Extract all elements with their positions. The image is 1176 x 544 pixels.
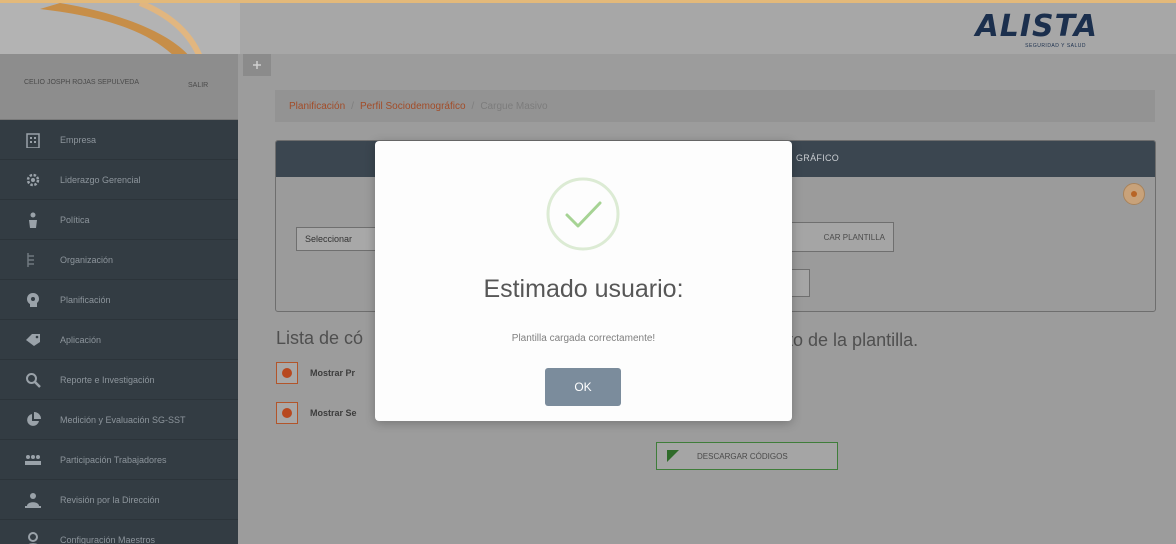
breadcrumb-current: Cargue Masivo [480, 100, 548, 112]
toggle-button[interactable] [276, 362, 298, 384]
toggle-row: Mostrar Se [276, 402, 357, 424]
sidebar-item-label: Configuración Maestros [60, 534, 156, 544]
list-title-continued: nto de la plantilla. [778, 330, 919, 350]
people-icon [24, 451, 42, 469]
ok-button[interactable]: OK [545, 368, 621, 406]
sidebar-item-medicion[interactable]: Medición y Evaluación SG-SST [0, 400, 238, 440]
sidebar-item-label: Planificación [60, 294, 111, 305]
sidebar-item-reporte[interactable]: Reporte e Investigación [0, 360, 238, 400]
panel-title: GRÁFICO [796, 153, 840, 163]
sidebar-toggle-button[interactable] [243, 54, 271, 76]
pie-chart-icon [24, 411, 42, 429]
sidebar-item-participacion[interactable]: Participación Trabajadores [0, 440, 238, 480]
toggle-label: Mostrar Pr [310, 368, 356, 378]
sidebar-item-label: Empresa [60, 134, 97, 145]
breadcrumb: Planificación / Perfil Sociodemográfico … [275, 90, 1155, 122]
breadcrumb-link-planificacion[interactable]: Planificación [289, 101, 345, 112]
help-icon[interactable] [1123, 183, 1145, 205]
header-swoosh-graphic [0, 3, 240, 54]
gears-icon [24, 171, 42, 189]
sidebar-item-label: Participación Trabajadores [60, 454, 167, 465]
config-user-icon [24, 531, 42, 544]
breadcrumb-link-perfil[interactable]: Perfil Sociodemográfico [360, 101, 466, 112]
magnifier-icon [24, 371, 42, 389]
circle-icon [282, 408, 292, 418]
dialog-title: Estimado usuario: [483, 275, 684, 303]
sidebar-item-liderazgo[interactable]: Liderazgo Gerencial [0, 160, 238, 200]
plus-icon [253, 61, 261, 69]
sidebar-item-aplicacion[interactable]: Aplicación [0, 320, 238, 360]
sidebar-item-label: Reporte e Investigación [60, 374, 155, 385]
sidebar-item-label: Aplicación [60, 334, 102, 345]
logout-link[interactable]: SALIR [188, 82, 208, 89]
toggle-label: Mostrar Se [310, 408, 357, 418]
sidebar-item-organizacion[interactable]: Organización [0, 240, 238, 280]
logo-text: ALISTA [975, 9, 1098, 44]
tag-icon [24, 331, 42, 349]
sidebar-item-configuracion[interactable]: Configuración Maestros [0, 520, 238, 544]
sidebar-item-revision[interactable]: Revisión por la Dirección [0, 480, 238, 520]
sidebar-item-label: Liderazgo Gerencial [60, 174, 141, 185]
sidebar-item-label: Medición y Evaluación SG-SST [60, 414, 186, 425]
check-circle-icon [546, 177, 620, 251]
sidebar-item-politica[interactable]: Política [0, 200, 238, 240]
user-name: CELIO JOSPH ROJAS SEPULVEDA [24, 79, 140, 86]
sidebar-item-planificacion[interactable]: Planificación [0, 280, 238, 320]
list-title: Lista de có [276, 328, 364, 348]
success-dialog: Estimado usuario: Plantilla cargada corr… [375, 141, 792, 421]
person-podium-icon [24, 211, 42, 229]
download-codes-button[interactable]: DESCARGAR CÓDIGOS [656, 442, 838, 470]
breadcrumb-separator: / [471, 100, 475, 112]
toggle-row: Mostrar Pr [276, 362, 355, 384]
dialog-message: Plantilla cargada correctamente! [511, 333, 656, 344]
toggle-button[interactable] [276, 402, 298, 424]
download-label: DESCARGAR CÓDIGOS [697, 451, 788, 461]
director-icon [24, 491, 42, 509]
sidebar: CELIO JOSPH ROJAS SEPULVEDA SALIR Empres… [0, 54, 238, 544]
head-gear-icon [24, 291, 42, 309]
user-box: CELIO JOSPH ROJAS SEPULVEDA SALIR [0, 54, 238, 120]
sidebar-item-label: Revisión por la Dirección [60, 494, 160, 505]
top-bar: ALISTA SEGURIDAD Y SALUD [0, 0, 1176, 54]
org-chart-icon [24, 251, 42, 269]
sidebar-item-label: Política [60, 214, 90, 225]
sidebar-item-empresa[interactable]: Empresa [0, 120, 238, 160]
sidebar-menu: Empresa Liderazgo Gerencial Política Org… [0, 120, 238, 544]
logo-subtitle: SEGURIDAD Y SALUD [1025, 43, 1086, 49]
building-icon [24, 131, 42, 149]
alista-logo[interactable]: ALISTA [976, 9, 1098, 44]
breadcrumb-separator: / [351, 100, 354, 112]
circle-icon [282, 368, 292, 378]
sidebar-item-label: Organización [60, 254, 114, 265]
excel-icon [667, 450, 679, 462]
